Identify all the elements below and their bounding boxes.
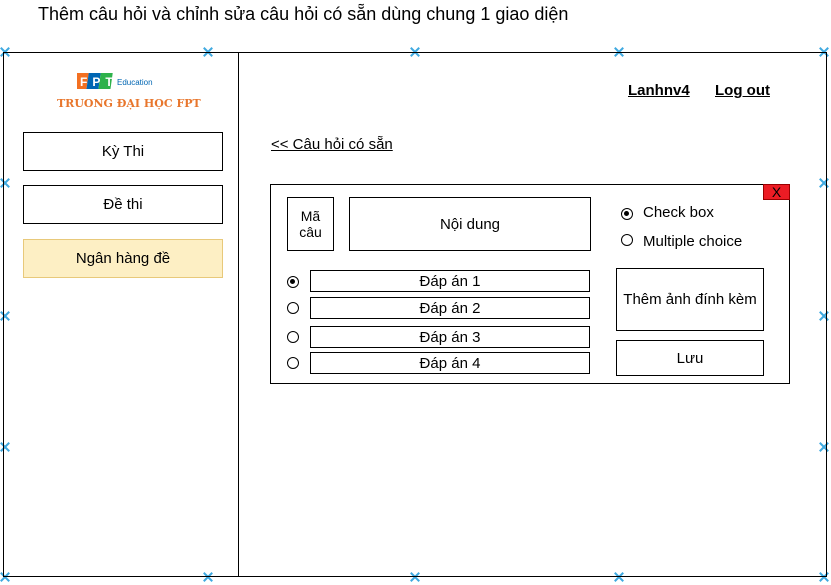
- user-link[interactable]: Lanhnv4: [628, 82, 690, 99]
- question-content-label: Nội dung: [439, 215, 501, 233]
- attach-image-button[interactable]: Thêm ảnh đính kèm: [616, 268, 764, 331]
- answer-field[interactable]: Đáp án 1: [310, 270, 590, 292]
- close-icon: X: [771, 184, 782, 200]
- logo-sub-text: Education: [117, 78, 153, 87]
- answer-label: Đáp án 1: [419, 272, 481, 290]
- save-label: Lưu: [676, 349, 704, 367]
- question-content-field[interactable]: Nội dung: [349, 197, 591, 251]
- question-type-label: Check box: [643, 204, 714, 221]
- answer-label: Đáp án 3: [419, 328, 481, 346]
- attach-image-label: Thêm ảnh đính kèm: [623, 291, 757, 308]
- answer-field[interactable]: Đáp án 2: [310, 297, 590, 319]
- answer-label: Đáp án 4: [419, 354, 481, 372]
- sidebar-item-ky-thi[interactable]: Kỳ Thi: [23, 132, 223, 171]
- question-id-field[interactable]: Mã câu: [287, 197, 334, 251]
- fpt-education-logo: FPT Education: [77, 73, 153, 89]
- question-type-label: Multiple choice: [643, 233, 743, 250]
- sidebar-item-label: Kỳ Thi: [101, 143, 145, 160]
- radio-check-box[interactable]: [621, 208, 633, 220]
- sidebar-item-label: Ngân hàng đề: [75, 250, 171, 267]
- question-id-label: Mã câu: [299, 208, 322, 240]
- answer-radio[interactable]: [287, 357, 299, 369]
- answer-radio[interactable]: [287, 276, 299, 288]
- close-button[interactable]: X: [763, 184, 790, 200]
- logout-link[interactable]: Log out: [715, 82, 770, 99]
- sidebar-item-de-thi[interactable]: Đề thi: [23, 185, 223, 224]
- page-caption: Thêm câu hỏi và chỉnh sửa câu hỏi có sẵn…: [38, 4, 569, 24]
- answer-radio[interactable]: [287, 302, 299, 314]
- radio-multiple-choice[interactable]: [621, 234, 633, 246]
- sidebar-item-label: Đề thi: [103, 196, 143, 213]
- answer-field[interactable]: Đáp án 4: [310, 352, 590, 374]
- sidebar-item-ngan-hang-de[interactable]: Ngân hàng đề: [23, 239, 223, 278]
- sidebar-divider: [238, 52, 239, 577]
- university-name: TRUONG ĐẠI HỌC FPT: [57, 97, 201, 110]
- save-button[interactable]: Lưu: [616, 340, 764, 376]
- answer-radio[interactable]: [287, 331, 299, 343]
- back-link[interactable]: << Câu hỏi có sẵn: [271, 136, 393, 153]
- answer-field[interactable]: Đáp án 3: [310, 326, 590, 348]
- answer-label: Đáp án 2: [419, 299, 481, 317]
- logo-brand-text: FPT: [80, 75, 118, 89]
